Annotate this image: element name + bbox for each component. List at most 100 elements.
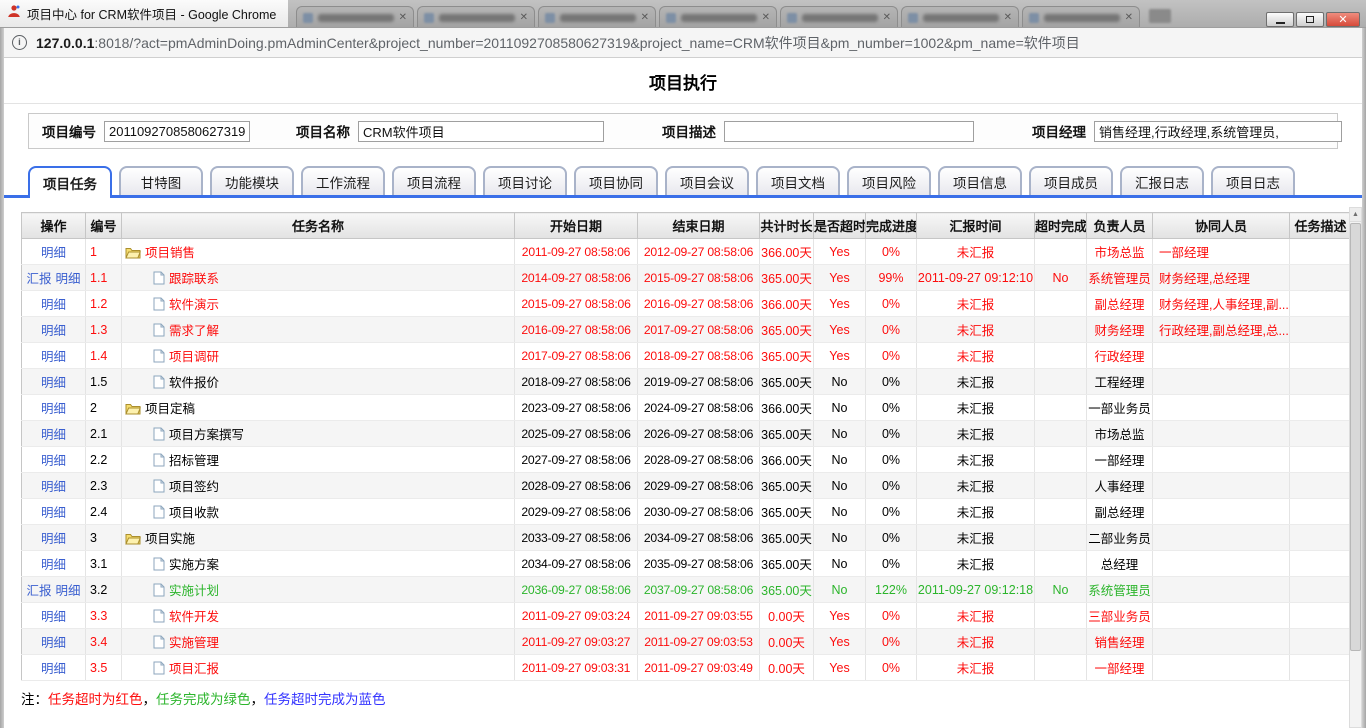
detail-link[interactable]: 明细: [41, 506, 66, 520]
owner-cell: 人事经理: [1087, 473, 1153, 499]
detail-link[interactable]: 明细: [41, 246, 66, 260]
detail-link[interactable]: 明细: [41, 454, 66, 468]
collaborator-cell: [1153, 369, 1290, 395]
project-number-field[interactable]: [104, 121, 250, 142]
background-browser-tab[interactable]: ✕: [417, 6, 535, 27]
owner-cell: 行政经理: [1087, 343, 1153, 369]
id-cell: 3.5: [86, 655, 122, 681]
task-desc-cell: [1290, 343, 1352, 369]
owner-cell: 一部经理: [1087, 447, 1153, 473]
tab-close-icon[interactable]: ✕: [399, 13, 407, 23]
task-name: 实施方案: [169, 558, 219, 572]
tab-2[interactable]: 甘特图: [119, 166, 203, 195]
maximize-button[interactable]: [1296, 12, 1324, 27]
start-date-cell: 2029-09-27 08:58:06: [515, 499, 638, 525]
report-link[interactable]: 汇报: [26, 272, 51, 286]
project-number-label: 项目编号: [42, 121, 96, 141]
detail-link[interactable]: 明细: [41, 480, 66, 494]
project-manager-field[interactable]: [1094, 121, 1342, 142]
tab-10[interactable]: 项目风险: [847, 166, 931, 195]
detail-link[interactable]: 明细: [41, 350, 66, 364]
table-row: 明细1.3需求了解2016-09-27 08:58:062017-09-27 0…: [22, 317, 1352, 343]
overtime-done-cell: [1035, 317, 1087, 343]
table-row: 明细2项目定稿2023-09-27 08:58:062024-09-27 08:…: [22, 395, 1352, 421]
task-desc-cell: [1290, 629, 1352, 655]
redacted-tab-title: [318, 14, 394, 22]
scroll-up-icon[interactable]: ▲: [1350, 208, 1361, 222]
tab-9[interactable]: 项目文档: [756, 166, 840, 195]
detail-link[interactable]: 明细: [41, 662, 66, 676]
op-cell: 明细: [22, 369, 86, 395]
tab-11[interactable]: 项目信息: [938, 166, 1022, 195]
close-button[interactable]: ✕: [1326, 12, 1360, 27]
note-segment-1: 任务超时为红色: [48, 692, 143, 707]
tab-close-icon[interactable]: ✕: [1125, 13, 1133, 23]
detail-link[interactable]: 明细: [56, 272, 81, 286]
end-date-cell: 2011-09-27 09:03:55: [638, 603, 760, 629]
tab-14[interactable]: 项目日志: [1211, 166, 1295, 195]
table-row: 明细3.4实施管理2011-09-27 09:03:272011-09-27 0…: [22, 629, 1352, 655]
tab-5[interactable]: 项目流程: [392, 166, 476, 195]
collaborator-cell: [1153, 629, 1290, 655]
overtime-done-cell: [1035, 369, 1087, 395]
background-browser-tab[interactable]: ✕: [901, 6, 1019, 27]
app-favicon-icon: [7, 4, 21, 23]
detail-link[interactable]: 明细: [41, 636, 66, 650]
collaborator-cell: [1153, 343, 1290, 369]
task-name-cell: 软件开发: [122, 603, 515, 629]
tab-7[interactable]: 项目协同: [574, 166, 658, 195]
file-icon: [153, 557, 165, 574]
tab-3[interactable]: 功能模块: [210, 166, 294, 195]
tab-13[interactable]: 汇报日志: [1120, 166, 1204, 195]
project-description-field[interactable]: [724, 121, 974, 142]
report-time-cell: 未汇报: [917, 655, 1035, 681]
tab-close-icon[interactable]: ✕: [520, 13, 528, 23]
id-cell: 2.4: [86, 499, 122, 525]
report-link[interactable]: 汇报: [26, 584, 51, 598]
background-browser-tab[interactable]: ✕: [780, 6, 898, 27]
start-date-cell: 2011-09-27 09:03:27: [515, 629, 638, 655]
task-desc-cell: [1290, 317, 1352, 343]
detail-link[interactable]: 明细: [41, 298, 66, 312]
tab-close-icon[interactable]: ✕: [762, 13, 770, 23]
tab-1[interactable]: 项目任务: [28, 166, 112, 198]
duration-cell: 365.00天: [760, 317, 814, 343]
overtime-cell: Yes: [814, 603, 866, 629]
detail-link[interactable]: 明细: [41, 402, 66, 416]
report-time-cell: 未汇报: [917, 343, 1035, 369]
task-name-cell: 需求了解: [122, 317, 515, 343]
background-browser-tab[interactable]: ✕: [659, 6, 777, 27]
tab-4[interactable]: 工作流程: [301, 166, 385, 195]
detail-link[interactable]: 明细: [41, 376, 66, 390]
vertical-scrollbar[interactable]: ▲: [1349, 207, 1362, 728]
tab-close-icon[interactable]: ✕: [1004, 13, 1012, 23]
task-name: 项目收款: [169, 506, 219, 520]
end-date-cell: 2011-09-27 09:03:49: [638, 655, 760, 681]
url-bar[interactable]: i 127.0.0.1:8018/?act=pmAdminDoing.pmAdm…: [0, 28, 1366, 58]
detail-link[interactable]: 明细: [41, 610, 66, 624]
tab-8[interactable]: 项目会议: [665, 166, 749, 195]
tab-12[interactable]: 项目成员: [1029, 166, 1113, 195]
owner-cell: 系统管理员: [1087, 265, 1153, 291]
minimize-button[interactable]: [1266, 12, 1294, 27]
background-browser-tab[interactable]: ✕: [296, 6, 414, 27]
progress-cell: 0%: [866, 447, 917, 473]
detail-link[interactable]: 明细: [41, 428, 66, 442]
report-time-cell: 2011-09-27 09:12:18: [917, 577, 1035, 603]
project-name-field[interactable]: [358, 121, 604, 142]
background-browser-tab[interactable]: ✕: [1022, 6, 1140, 27]
detail-link[interactable]: 明细: [41, 558, 66, 572]
note-segment-3: 任务完成为绿色: [156, 692, 251, 707]
tab-6[interactable]: 项目讨论: [483, 166, 567, 195]
detail-link[interactable]: 明细: [41, 324, 66, 338]
page-info-icon[interactable]: i: [12, 35, 27, 50]
project-description-group: 项目描述: [662, 121, 974, 142]
table-row: 明细1.2软件演示2015-09-27 08:58:062016-09-27 0…: [22, 291, 1352, 317]
detail-link[interactable]: 明细: [56, 584, 81, 598]
tab-close-icon[interactable]: ✕: [883, 13, 891, 23]
detail-link[interactable]: 明细: [41, 532, 66, 546]
task-name: 跟踪联系: [169, 272, 219, 286]
tab-close-icon[interactable]: ✕: [641, 13, 649, 23]
background-browser-tab[interactable]: ✕: [538, 6, 656, 27]
scrollbar-thumb[interactable]: [1350, 223, 1361, 651]
